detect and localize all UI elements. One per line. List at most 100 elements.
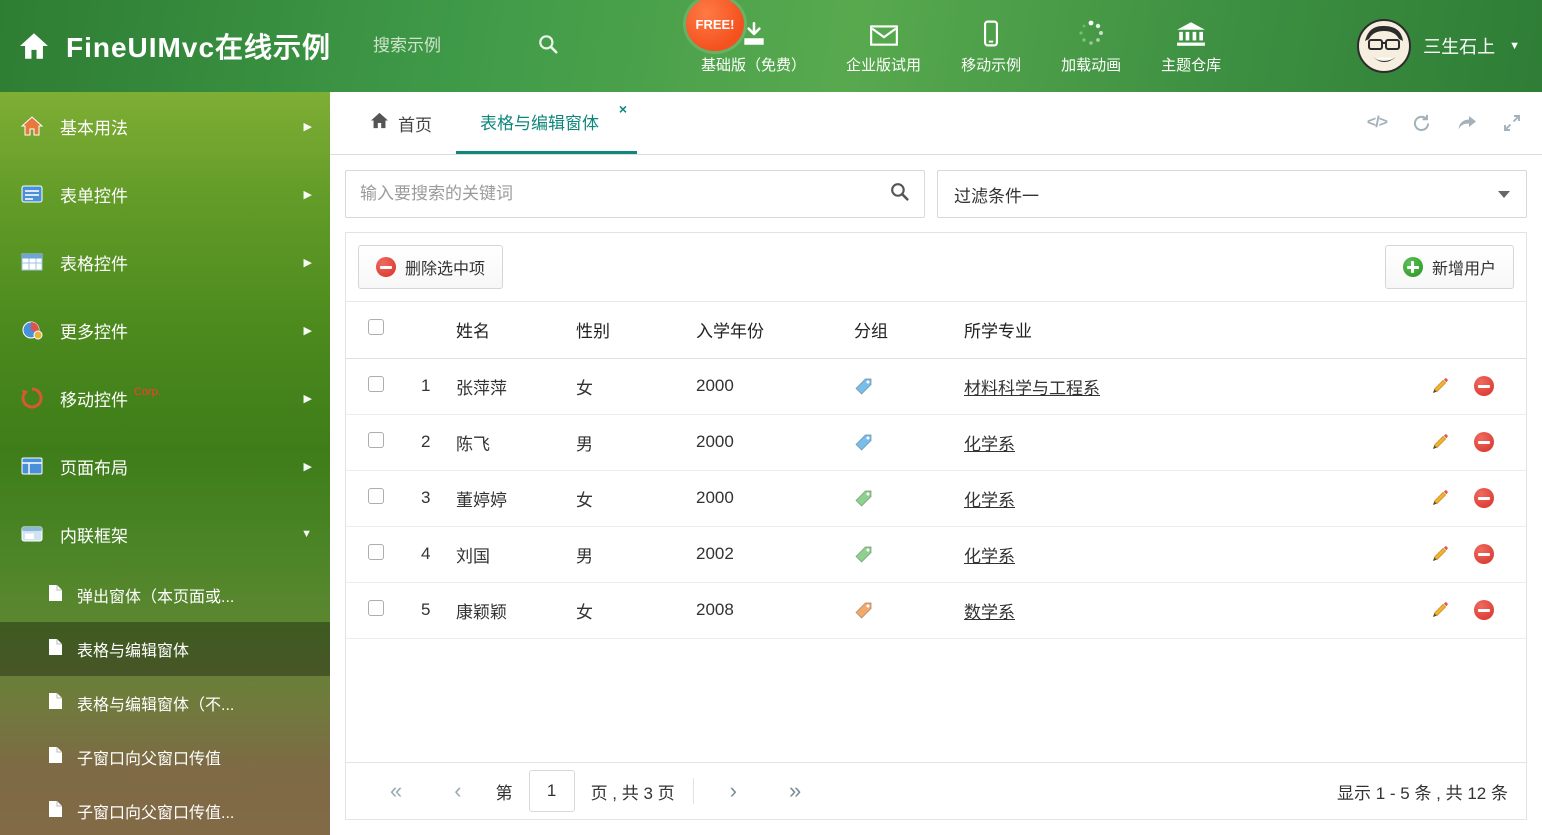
brand: FineUIMvc在线示例	[0, 26, 331, 66]
cell-name: 康颖颖	[442, 582, 562, 639]
cell-name: 张萍萍	[442, 358, 562, 415]
data-grid: 姓名 性别 入学年份 分组 所学专业 1 张萍萍 女 2000 材料科学与工程系…	[346, 302, 1526, 639]
cell-gender: 女	[562, 582, 682, 639]
sidebar-item-grid-controls[interactable]: 表格控件 ▶	[0, 228, 330, 296]
close-icon[interactable]: ×	[619, 101, 627, 117]
next-page-button[interactable]: ›	[704, 778, 763, 804]
top-nav-item-mobile-demo[interactable]: 移动示例	[961, 17, 1021, 75]
search-icon[interactable]	[537, 33, 559, 60]
plus-circle-icon	[1402, 257, 1423, 277]
edit-pencil-icon[interactable]	[1430, 488, 1450, 508]
top-nav: 基础版（免费） 企业版试用 移动示例 加载动画 主题仓库	[701, 17, 1221, 75]
top-nav-item-enterprise-trial[interactable]: 企业版试用	[846, 17, 921, 75]
home-icon	[370, 112, 389, 134]
edit-pencil-icon[interactable]	[1430, 544, 1450, 564]
content-body: 过滤条件一 删除选中项 新增用户	[330, 155, 1542, 835]
app-title: FineUIMvc在线示例	[66, 32, 332, 63]
sidebar-item-label: 内联框架	[60, 526, 128, 546]
delete-selected-button[interactable]: 删除选中项	[358, 245, 504, 289]
delete-row-icon[interactable]	[1474, 376, 1494, 396]
first-page-button[interactable]: «	[364, 778, 428, 804]
sidebar-item-page-layout[interactable]: 页面布局 ▶	[0, 432, 330, 500]
top-nav-label: 移动示例	[961, 57, 1022, 74]
search-icon[interactable]	[889, 181, 910, 207]
row-checkbox[interactable]	[368, 487, 384, 504]
col-header-gender: 性别	[562, 302, 682, 359]
edit-pencil-icon[interactable]	[1430, 376, 1450, 396]
major-link[interactable]: 材料科学与工程系	[964, 379, 1100, 398]
page-icon	[48, 746, 63, 769]
top-nav-item-loading-animation[interactable]: 加载动画	[1061, 17, 1121, 75]
home-icon	[20, 114, 44, 138]
prev-page-button[interactable]: ‹	[428, 778, 487, 804]
major-link[interactable]: 化学系	[964, 435, 1015, 454]
home-icon[interactable]	[18, 32, 50, 60]
row-checkbox[interactable]	[368, 375, 384, 392]
sidebar-subitem-popup-window[interactable]: 弹出窗体（本页面或...	[0, 568, 330, 622]
row-checkbox[interactable]	[368, 599, 384, 616]
keyword-search-input[interactable]	[360, 184, 889, 204]
delete-row-icon[interactable]	[1474, 432, 1494, 452]
tag-icon	[855, 489, 872, 507]
top-header: FineUIMvc在线示例 FREE! 基础版（免费） 企业版试用	[0, 0, 1542, 92]
delete-row-icon[interactable]	[1474, 544, 1494, 564]
sidebar-subitem-grid-edit-window[interactable]: 表格与编辑窗体	[0, 622, 330, 676]
major-link[interactable]: 化学系	[964, 491, 1015, 510]
row-number: 5	[404, 582, 442, 639]
edit-pencil-icon[interactable]	[1430, 600, 1450, 620]
major-link[interactable]: 化学系	[964, 547, 1015, 566]
sidebar-subitem-grid-edit-window-alt[interactable]: 表格与编辑窗体（不...	[0, 676, 330, 730]
row-checkbox[interactable]	[368, 431, 384, 448]
source-code-icon[interactable]: </>	[1367, 114, 1388, 132]
sidebar-subitem-label: 表格与编辑窗体	[77, 643, 190, 660]
sidebar-item-more-controls[interactable]: 更多控件 ▶	[0, 296, 330, 364]
sidebar-subitem-child-to-parent-alt[interactable]: 子窗口向父窗口传值...	[0, 784, 330, 835]
spinner-icon	[1077, 17, 1105, 47]
envelope-icon	[869, 17, 899, 47]
share-forward-icon[interactable]	[1456, 113, 1478, 133]
edit-pencil-icon[interactable]	[1430, 432, 1450, 452]
corp-badge: Corp.	[134, 386, 161, 398]
cell-year: 2000	[682, 358, 840, 415]
row-number: 4	[404, 526, 442, 583]
sidebar-item-iframe[interactable]: 内联框架 ▼	[0, 500, 330, 568]
row-checkbox[interactable]	[368, 543, 384, 560]
col-header-group: 分组	[840, 302, 950, 359]
tag-icon	[855, 545, 872, 563]
cell-gender: 男	[562, 414, 682, 471]
layout-icon	[20, 454, 44, 478]
refresh-icon[interactable]	[1411, 113, 1432, 134]
sidebar-item-form-controls[interactable]: 表单控件 ▶	[0, 160, 330, 228]
user-name: 三生石上	[1423, 37, 1496, 57]
delete-row-icon[interactable]	[1474, 488, 1494, 508]
col-header-year: 入学年份	[682, 302, 840, 359]
cell-name: 刘国	[442, 526, 562, 583]
filter-dropdown[interactable]: 过滤条件一	[937, 170, 1527, 218]
table-header-row: 姓名 性别 入学年份 分组 所学专业	[346, 302, 1526, 359]
page-icon	[48, 638, 63, 661]
sidebar-item-label: 更多控件	[60, 322, 128, 342]
sidebar-subitem-child-to-parent[interactable]: 子窗口向父窗口传值	[0, 730, 330, 784]
page-icon	[48, 800, 63, 823]
cell-year: 2002	[682, 526, 840, 583]
last-page-button[interactable]: »	[763, 778, 827, 804]
sidebar-item-basic-usage[interactable]: 基本用法 ▶	[0, 92, 330, 160]
sidebar-item-label: 页面布局	[60, 458, 128, 478]
tab-home[interactable]: 首页	[346, 92, 456, 154]
delete-row-icon[interactable]	[1474, 600, 1494, 620]
add-user-button[interactable]: 新增用户	[1384, 245, 1514, 289]
fullscreen-icon[interactable]	[1502, 113, 1522, 133]
page-number-input[interactable]	[528, 770, 575, 812]
top-search-input[interactable]	[373, 36, 524, 56]
tab-grid-edit-window[interactable]: 表格与编辑窗体 ×	[456, 92, 637, 154]
top-nav-item-theme-repo[interactable]: 主题仓库	[1161, 17, 1221, 75]
app-window: FineUIMvc在线示例 FREE! 基础版（免费） 企业版试用	[0, 0, 1542, 835]
chevron-right-icon: ▶	[303, 460, 312, 473]
sidebar-item-mobile-controls[interactable]: 移动控件 Corp. ▶	[0, 364, 330, 432]
top-search	[373, 33, 573, 60]
select-all-checkbox[interactable]	[368, 319, 384, 336]
major-link[interactable]: 数学系	[964, 603, 1015, 622]
page-icon	[48, 692, 63, 715]
user-area[interactable]: 三生石上 ▼	[1357, 19, 1520, 73]
page-suffix-label: 页 , 共 3 页	[590, 783, 675, 803]
